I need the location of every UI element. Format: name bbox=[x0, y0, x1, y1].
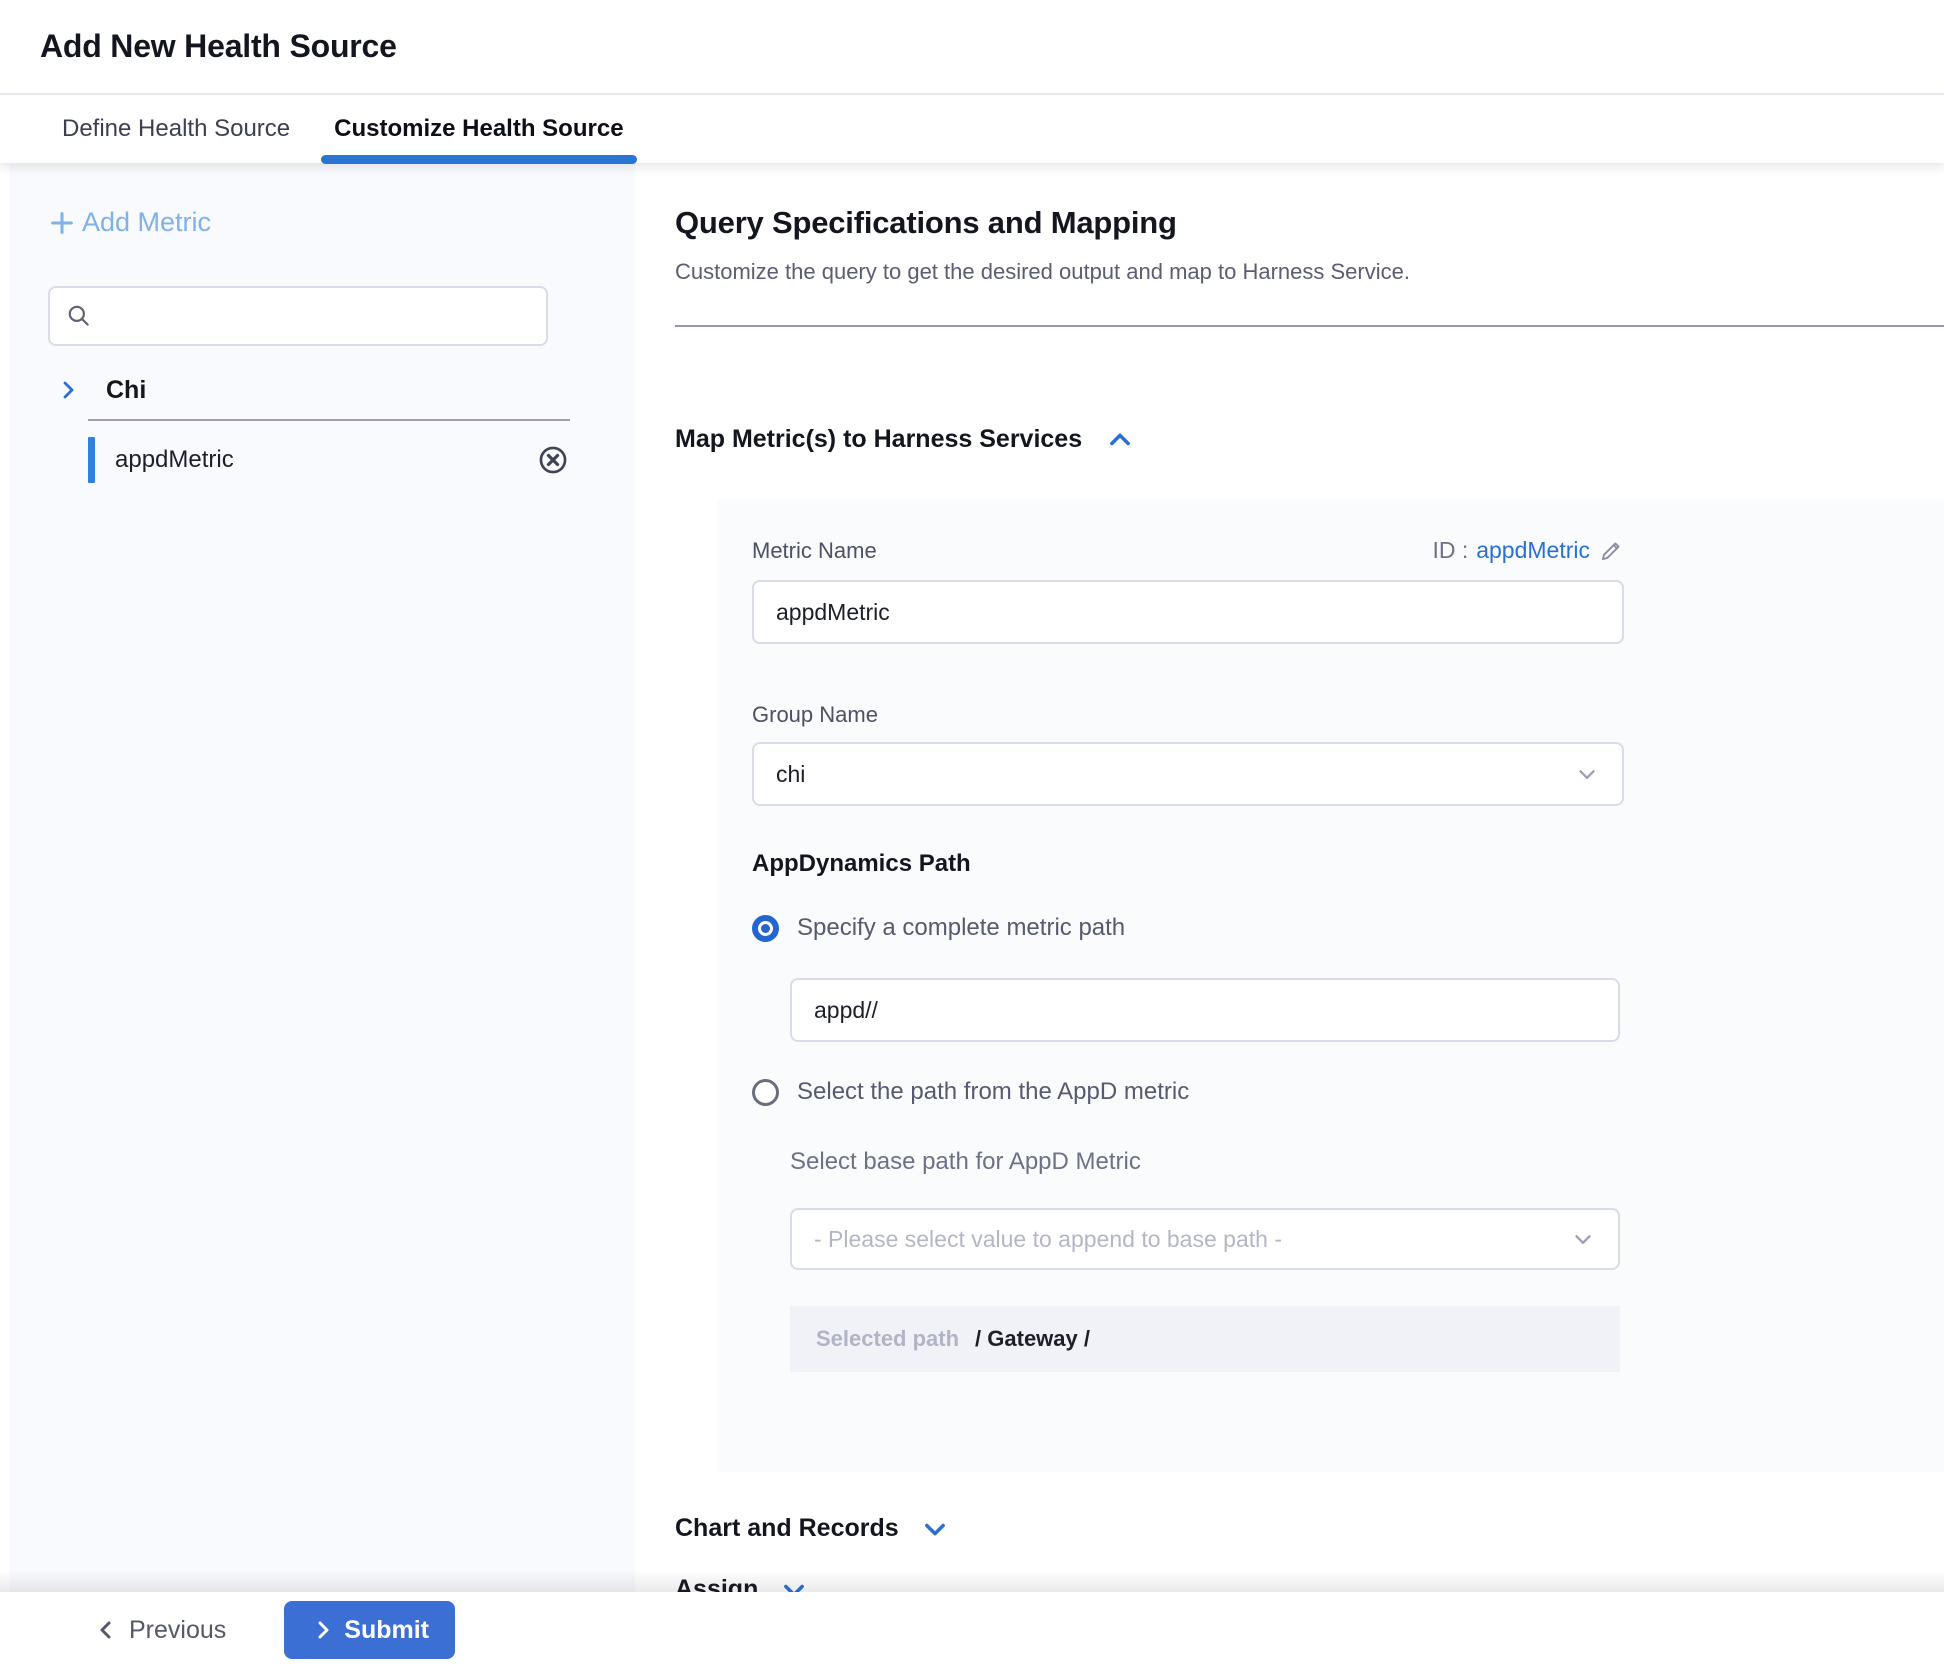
add-metric-button[interactable]: Add Metric bbox=[48, 207, 211, 238]
chevron-right-icon bbox=[310, 1618, 334, 1642]
collapse-section-button[interactable] bbox=[1106, 426, 1134, 454]
metric-item-label: appdMetric bbox=[115, 446, 536, 474]
map-metrics-card: Metric Name ID : appdMetric Group Name c… bbox=[717, 499, 1944, 1472]
radio-selected-icon[interactable] bbox=[752, 915, 779, 942]
chevron-down-icon bbox=[921, 1515, 949, 1543]
delete-metric-button[interactable] bbox=[536, 443, 570, 477]
map-metrics-section-header: Map Metric(s) to Harness Services bbox=[675, 425, 1944, 454]
heading-divider bbox=[675, 325, 1944, 327]
page-title: Add New Health Source bbox=[40, 28, 397, 65]
section-subtitle: Customize the query to get the desired o… bbox=[675, 259, 1944, 285]
metric-name-label: Metric Name bbox=[752, 538, 877, 564]
metric-id-link[interactable]: appdMetric bbox=[1476, 537, 1590, 564]
id-prefix-label: ID : bbox=[1432, 537, 1468, 564]
metric-search-box bbox=[48, 286, 548, 346]
page-body: Add Metric Chi appdMetric bbox=[0, 163, 1944, 1592]
base-path-select[interactable]: - Please select value to append to base … bbox=[790, 1208, 1620, 1270]
map-metrics-title: Map Metric(s) to Harness Services bbox=[675, 425, 1082, 454]
sidebar-group-chi[interactable]: Chi bbox=[48, 376, 597, 405]
section-heading: Query Specifications and Mapping bbox=[675, 205, 1944, 241]
chevron-left-icon bbox=[95, 1618, 119, 1642]
chevron-down-icon bbox=[1574, 761, 1600, 787]
add-health-source-page: Add New Health Source Define Health Sour… bbox=[0, 0, 1944, 1668]
radio-select-path-label: Select the path from the AppD metric bbox=[797, 1078, 1189, 1106]
chevron-right-icon[interactable] bbox=[56, 378, 80, 402]
add-metric-label: Add Metric bbox=[82, 207, 211, 238]
group-name: Chi bbox=[106, 376, 146, 405]
search-input[interactable] bbox=[102, 302, 530, 330]
query-spec-panel: Query Specifications and Mapping Customi… bbox=[635, 163, 1944, 1592]
complete-metric-path-input[interactable] bbox=[790, 978, 1620, 1042]
group-name-select[interactable]: chi bbox=[752, 742, 1624, 806]
selected-path-row: Selected path / Gateway / bbox=[790, 1306, 1620, 1372]
group-name-value: chi bbox=[776, 761, 805, 788]
radio-complete-path-label: Specify a complete metric path bbox=[797, 914, 1125, 942]
expand-assign-button[interactable] bbox=[780, 1576, 808, 1593]
expand-chart-records-button[interactable] bbox=[921, 1515, 949, 1543]
selected-indicator-bar bbox=[88, 437, 95, 483]
chevron-down-icon bbox=[780, 1576, 808, 1593]
tab-label: Customize Health Source bbox=[334, 115, 623, 143]
chevron-up-icon bbox=[1106, 426, 1134, 454]
selected-path-label: Selected path bbox=[816, 1326, 959, 1352]
assign-section-header: Assign bbox=[675, 1575, 1944, 1592]
group-name-label: Group Name bbox=[752, 702, 1944, 728]
metric-id-row: ID : appdMetric bbox=[1432, 537, 1624, 564]
search-icon bbox=[66, 303, 92, 329]
base-path-label: Select base path for AppD Metric bbox=[790, 1148, 1944, 1176]
chart-records-section-header: Chart and Records bbox=[675, 1514, 1944, 1543]
plus-icon bbox=[48, 209, 76, 237]
metrics-sidebar: Add Metric Chi appdMetric bbox=[10, 163, 635, 1592]
tab-customize-health-source[interactable]: Customize Health Source bbox=[334, 95, 623, 163]
base-path-placeholder: - Please select value to append to base … bbox=[814, 1226, 1282, 1253]
tab-define-health-source[interactable]: Define Health Source bbox=[62, 95, 290, 163]
page-header: Add New Health Source bbox=[0, 0, 1944, 95]
submit-button[interactable]: Submit bbox=[284, 1601, 455, 1659]
assign-title: Assign bbox=[675, 1575, 758, 1592]
appdynamics-path-title: AppDynamics Path bbox=[752, 850, 1944, 878]
metric-name-input[interactable] bbox=[752, 580, 1624, 644]
selected-path-value: / Gateway / bbox=[975, 1326, 1090, 1352]
previous-button[interactable]: Previous bbox=[95, 1616, 226, 1645]
chevron-down-icon bbox=[1570, 1226, 1596, 1252]
radio-complete-metric-path[interactable]: Specify a complete metric path bbox=[752, 914, 1944, 942]
edit-pencil-icon[interactable] bbox=[1598, 538, 1624, 564]
metric-name-header: Metric Name ID : appdMetric bbox=[752, 537, 1624, 564]
submit-label: Submit bbox=[344, 1616, 429, 1645]
chart-records-title: Chart and Records bbox=[675, 1514, 899, 1543]
footer-bar: Previous Submit bbox=[0, 1592, 1944, 1668]
sidebar-metric-item[interactable]: appdMetric bbox=[88, 437, 570, 483]
radio-unselected-icon[interactable] bbox=[752, 1079, 779, 1106]
previous-label: Previous bbox=[129, 1616, 226, 1645]
tab-label: Define Health Source bbox=[62, 115, 290, 143]
group-divider bbox=[88, 419, 570, 421]
tab-bar: Define Health Source Customize Health So… bbox=[0, 95, 1944, 163]
radio-select-appd-path[interactable]: Select the path from the AppD metric bbox=[752, 1078, 1944, 1106]
circle-x-icon bbox=[536, 443, 570, 477]
